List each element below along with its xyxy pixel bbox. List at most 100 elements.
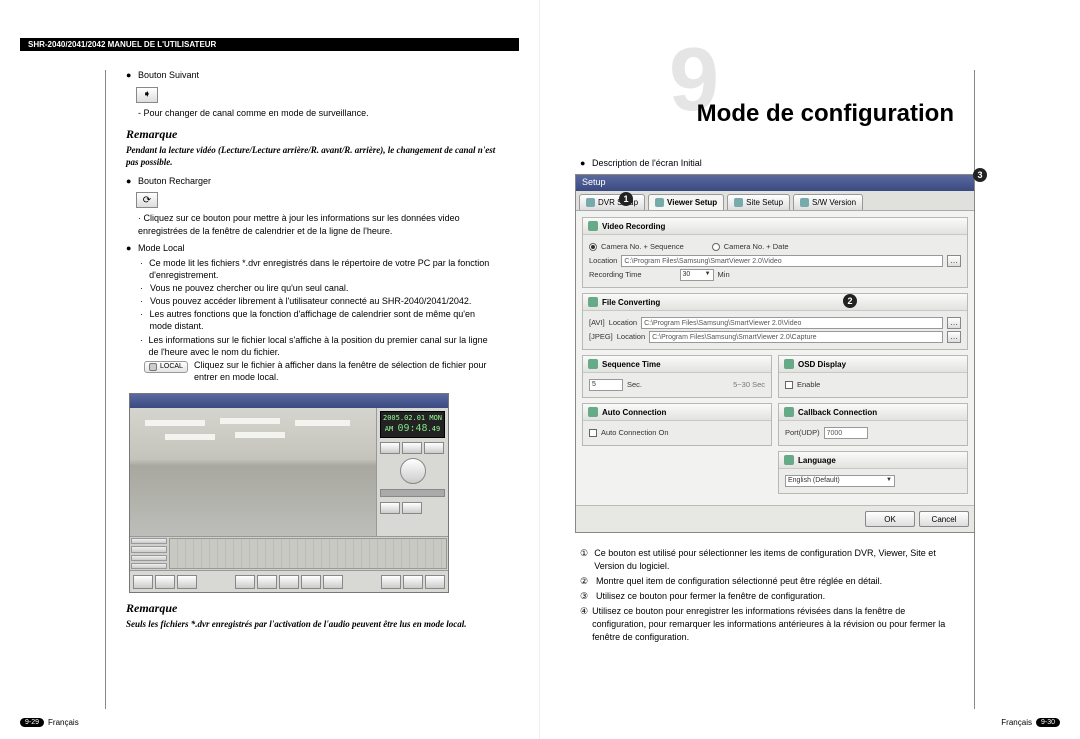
side-btn[interactable] <box>424 442 444 454</box>
left-footer: 9-29 Français <box>20 718 79 727</box>
marker-2: 2 <box>843 294 857 308</box>
setup-titlebar: Setup <box>576 175 974 191</box>
foot-btn[interactable] <box>323 575 343 589</box>
jpg-location-field[interactable]: C:\Program Files\Samsung\SmartViewer 2.0… <box>649 331 943 343</box>
foot-btn[interactable] <box>177 575 197 589</box>
foot-btn[interactable] <box>235 575 255 589</box>
radio[interactable] <box>712 243 720 251</box>
player-footer <box>130 570 448 592</box>
footer-lang: Français <box>48 718 79 727</box>
language-dropdown[interactable]: English (Default)▼ <box>785 475 895 487</box>
setup-screenshot: 1 2 3 Setup DVR Setup Viewer Setup Site … <box>575 174 985 533</box>
ok-button[interactable]: OK <box>865 511 915 527</box>
avi-location-field[interactable]: C:\Program Files\Samsung\SmartViewer 2.0… <box>641 317 943 329</box>
foot-btn[interactable] <box>403 575 423 589</box>
label: Description de l'écran Initial <box>592 158 702 168</box>
chevron-down-icon: ▼ <box>705 270 711 280</box>
radio[interactable] <box>589 243 597 251</box>
remark-title-2: Remarque <box>126 601 499 616</box>
foot-btn[interactable] <box>257 575 277 589</box>
side-btn[interactable] <box>380 442 400 454</box>
foot-btn[interactable] <box>301 575 321 589</box>
left-body: ●Bouton Suivant ➧ - Pour changer de cana… <box>105 70 499 709</box>
remark-body-2: Seuls les fichiers *.dvr enregistrés par… <box>126 618 499 630</box>
local-chip: LOCAL <box>144 361 188 373</box>
item-next-button: ●Bouton Suivant <box>126 70 499 80</box>
player-titlebar <box>130 394 448 408</box>
foot-btn[interactable] <box>381 575 401 589</box>
tab-icon <box>586 198 595 207</box>
side-btn[interactable] <box>380 502 400 514</box>
footer-lang: Français <box>1001 718 1032 727</box>
player-window: 2005.02.01 MON AM 09:48.49 <box>129 393 449 593</box>
foot-btn[interactable] <box>133 575 153 589</box>
header-band: SHR-2040/2041/2042 MANUEL DE L'UTILISATE… <box>20 38 519 52</box>
timeline-tab[interactable] <box>131 538 167 544</box>
tab-sw-version[interactable]: S/W Version <box>793 194 863 210</box>
panel-icon <box>784 359 794 369</box>
jog-dial-icon[interactable] <box>400 458 426 484</box>
setup-window: Setup DVR Setup Viewer Setup Site Setup … <box>575 174 975 533</box>
left-page: SHR-2040/2041/2042 MANUEL DE L'UTILISATE… <box>0 0 540 739</box>
panel-sequence-time: Sequence Time 5 Sec. 5~30 Sec <box>582 355 772 398</box>
timeline-tab[interactable] <box>131 563 167 569</box>
browse-button[interactable]: … <box>947 317 961 329</box>
label: Bouton Suivant <box>138 70 199 80</box>
tab-icon <box>655 198 664 207</box>
marker-3: 3 <box>973 168 987 182</box>
side-progress[interactable] <box>380 489 445 497</box>
timeline-grid[interactable] <box>169 538 447 569</box>
foot-btn[interactable] <box>425 575 445 589</box>
foot-btn[interactable] <box>279 575 299 589</box>
timeline-tab[interactable] <box>131 546 167 552</box>
panel-icon <box>588 221 598 231</box>
side-btn[interactable] <box>402 502 422 514</box>
cancel-button[interactable]: Cancel <box>919 511 969 527</box>
tab-dvr-setup[interactable]: DVR Setup <box>579 194 645 210</box>
page-spread: SHR-2040/2041/2042 MANUEL DE L'UTILISATE… <box>0 0 1080 739</box>
reload-desc: · Cliquez sur ce bouton pour mettre à jo… <box>138 212 499 236</box>
panel-file-converting: File Converting [AVI] Location C:\Progra… <box>582 293 968 350</box>
tab-icon <box>800 198 809 207</box>
label: Mode Local <box>138 243 185 253</box>
item-reload-button: ●Bouton Recharger <box>126 176 499 186</box>
local-chip-hint: Cliquez sur le fichier à afficher dans l… <box>194 359 499 383</box>
label: Bouton Recharger <box>138 176 211 186</box>
setup-footer: OK Cancel <box>576 505 974 532</box>
panel-auto-connection: Auto Connection Auto Connection On <box>582 403 772 446</box>
panel-language: Language English (Default)▼ <box>778 451 968 494</box>
panel-video-recording: Video Recording Camera No. + Sequence Ca… <box>582 217 968 288</box>
item-initial-screen: ●Description de l'écran Initial <box>580 158 954 168</box>
checkbox[interactable] <box>785 381 793 389</box>
browse-button[interactable]: … <box>947 255 961 267</box>
remark-body-1: Pendant la lecture vidéo (Lecture/Lectur… <box>126 144 499 168</box>
panel-icon <box>784 455 794 465</box>
location-field[interactable]: C:\Program Files\Samsung\SmartViewer 2.0… <box>621 255 943 267</box>
side-btn[interactable] <box>402 442 422 454</box>
tab-viewer-setup[interactable]: Viewer Setup <box>648 194 724 210</box>
port-field[interactable]: 7000 <box>824 427 868 439</box>
chevron-down-icon: ▼ <box>886 476 892 486</box>
panel-callback-connection: Callback Connection Port(UDP) 7000 <box>778 403 968 446</box>
sequence-time-field[interactable]: 5 <box>589 379 623 391</box>
player-video <box>130 408 376 536</box>
panel-icon <box>588 359 598 369</box>
setup-tabs: DVR Setup Viewer Setup Site Setup S/W Ve… <box>576 191 974 210</box>
page-number: 9-30 <box>1036 718 1060 727</box>
foot-btn[interactable] <box>155 575 175 589</box>
setup-body: Video Recording Camera No. + Sequence Ca… <box>576 210 974 505</box>
panel-icon <box>588 297 598 307</box>
player-timeline <box>130 536 448 570</box>
folder-icon <box>149 363 157 371</box>
remark-title-1: Remarque <box>126 127 499 142</box>
checkbox[interactable] <box>589 429 597 437</box>
tab-site-setup[interactable]: Site Setup <box>727 194 790 210</box>
timeline-tab[interactable] <box>131 555 167 561</box>
player-side-panel: 2005.02.01 MON AM 09:48.49 <box>376 408 448 536</box>
player-clock: 2005.02.01 MON AM 09:48.49 <box>380 411 445 437</box>
legend: ①Ce bouton est utilisé pour sélectionner… <box>580 547 954 644</box>
browse-button[interactable]: … <box>947 331 961 343</box>
right-footer: Français 9-30 <box>1001 718 1060 727</box>
panel-osd-display: OSD Display Enable <box>778 355 968 398</box>
recording-time-dropdown[interactable]: 30▼ <box>680 269 714 281</box>
